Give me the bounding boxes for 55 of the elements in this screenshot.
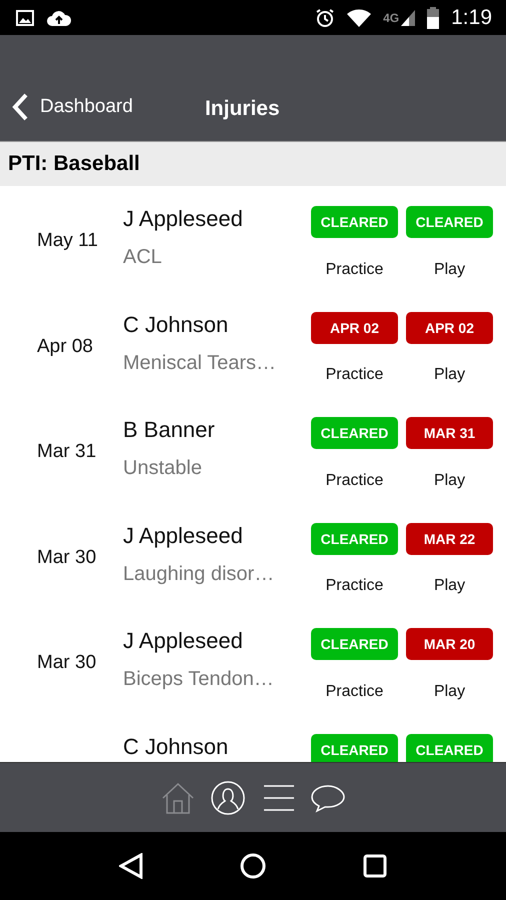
cloud-upload-icon bbox=[46, 8, 72, 26]
play-status-badge: MAR 22 bbox=[406, 522, 493, 554]
play-caption: Play bbox=[432, 366, 466, 386]
play-status-badge: CLEARED bbox=[406, 734, 493, 762]
back-button[interactable]: Dashboard bbox=[12, 93, 133, 121]
practice-caption: Practice bbox=[324, 682, 384, 702]
clock-time: 1:19 bbox=[451, 6, 492, 30]
image-icon bbox=[16, 10, 34, 26]
practice-status-badge: CLEARED bbox=[311, 734, 398, 762]
practice-caption: Practice bbox=[324, 260, 384, 280]
practice-status-badge: CLEARED bbox=[311, 417, 398, 449]
play-caption: Play bbox=[432, 577, 466, 596]
nav-tab[interactable] bbox=[210, 780, 246, 816]
athlete-name: C Johnson bbox=[123, 734, 230, 760]
play-caption: Play bbox=[432, 682, 466, 702]
athlete-name: J Appleseed bbox=[123, 206, 244, 232]
athlete-name: C Johnson bbox=[123, 312, 230, 338]
athlete-name: J Appleseed bbox=[123, 522, 244, 548]
play-caption: Play bbox=[432, 472, 466, 491]
back-chevron-icon bbox=[12, 93, 28, 121]
wifi-icon bbox=[347, 8, 372, 26]
home-icon[interactable] bbox=[240, 853, 266, 879]
practice-caption: Practice bbox=[324, 366, 384, 386]
injury-type: Meniscal Tears… bbox=[123, 352, 278, 374]
athlete-name: J Appleseed bbox=[123, 628, 244, 654]
practice-caption: Practice bbox=[324, 472, 384, 491]
profile-icon bbox=[210, 780, 246, 816]
play-status-badge: MAR 20 bbox=[406, 628, 493, 660]
injury-date: Apr 08 bbox=[36, 336, 94, 358]
injury-date: Mar 30 bbox=[36, 652, 98, 674]
injury-type: Biceps Tendon… bbox=[123, 668, 275, 691]
athlete-name: B Banner bbox=[123, 417, 216, 443]
practice-status-badge: CLEARED bbox=[311, 206, 398, 238]
screen-title: Injuries bbox=[204, 97, 280, 121]
network-label: 4G bbox=[383, 10, 400, 24]
practice-status-badge: APR 02 bbox=[311, 312, 398, 344]
play-status-badge: MAR 31 bbox=[406, 417, 493, 449]
injury-date: Mar 31 bbox=[36, 441, 98, 463]
injury-type: Unstable bbox=[123, 457, 203, 480]
signal-icon bbox=[401, 10, 416, 26]
injury-date: Mar 30 bbox=[36, 546, 98, 568]
practice-caption: Practice bbox=[324, 577, 384, 596]
injury-type: ACL bbox=[123, 246, 163, 269]
battery-icon bbox=[427, 6, 440, 28]
play-status-badge: CLEARED bbox=[406, 206, 493, 238]
alarm-icon bbox=[315, 8, 336, 28]
overview-icon[interactable] bbox=[363, 854, 388, 878]
practice-status-badge: CLEARED bbox=[311, 628, 398, 660]
section-header: PTI: Baseball bbox=[0, 141, 506, 186]
injury-date: May 11 bbox=[36, 230, 99, 252]
practice-status-badge: CLEARED bbox=[311, 522, 398, 554]
injury-type: Laughing disor… bbox=[123, 562, 276, 586]
back-icon[interactable] bbox=[118, 853, 143, 879]
play-caption: Play bbox=[432, 260, 466, 280]
play-status-badge: APR 02 bbox=[406, 312, 493, 344]
